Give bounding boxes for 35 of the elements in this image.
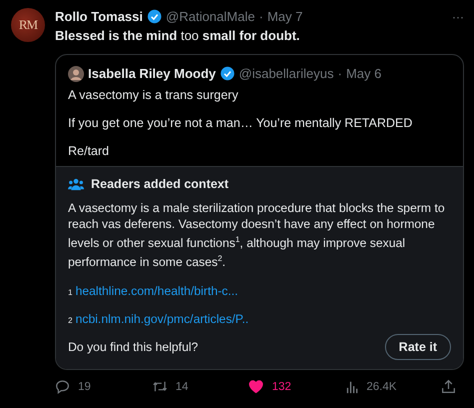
share-icon (441, 379, 456, 394)
heart-icon (248, 379, 264, 394)
author-handle[interactable]: @RationalMale (166, 9, 255, 24)
people-icon (68, 178, 84, 190)
author-handle[interactable]: @isabellarileyus (238, 66, 334, 81)
post-date: May 6 (346, 66, 382, 81)
repost-button[interactable]: 14 (152, 379, 232, 394)
footnote-number: 1 (68, 288, 72, 298)
reply-icon (55, 379, 70, 394)
bar-chart-icon (344, 380, 358, 394)
source-link[interactable]: healthline.com/health/birth-c... (75, 284, 238, 298)
post-date[interactable]: May 7 (267, 9, 303, 24)
source-link[interactable]: ncbi.nlm.nih.gov/pmc/articles/P.. (75, 312, 249, 326)
quote-text: If you get one you’re not a man… You’re mentally RETARDED (68, 116, 414, 130)
quote-card[interactable] (55, 54, 464, 370)
note-text: A vasectomy is a male sterilization procedure that blocks the sperm to reach vas deferens. Vasectomy doesn’t have any effect on hormone levels or other sexual functions$^{1}$, although may improve sexual performance in some cases$^{2}$. (68, 200, 446, 270)
like-button[interactable]: 132 (248, 379, 328, 394)
separator-dot: · (338, 66, 342, 81)
share-button[interactable] (441, 379, 456, 394)
post-text: Blessed is the mind too small for doubt. (55, 28, 301, 43)
helpful-question: Do you find this helpful? (68, 340, 198, 354)
note-title: Readers added context (91, 177, 229, 191)
author-name[interactable]: Rollo Tomassi (55, 9, 143, 24)
repost-icon (152, 379, 168, 394)
footnote-number: 2 (68, 316, 72, 326)
quote-text: Re/tard (68, 144, 110, 158)
reply-button[interactable]: 19 (55, 379, 135, 394)
separator-dot: · (258, 9, 264, 24)
views-button[interactable]: 26.4K (344, 379, 424, 394)
avatar-icon (68, 66, 84, 82)
author-name[interactable]: Isabella Riley Moody (88, 66, 216, 81)
avatar-logo[interactable]: RM (11, 8, 45, 42)
more-button[interactable]: ··· (452, 10, 464, 24)
rate-button[interactable]: Rate it (384, 334, 451, 360)
quote-text: A vasectomy is a trans surgery (68, 88, 240, 102)
